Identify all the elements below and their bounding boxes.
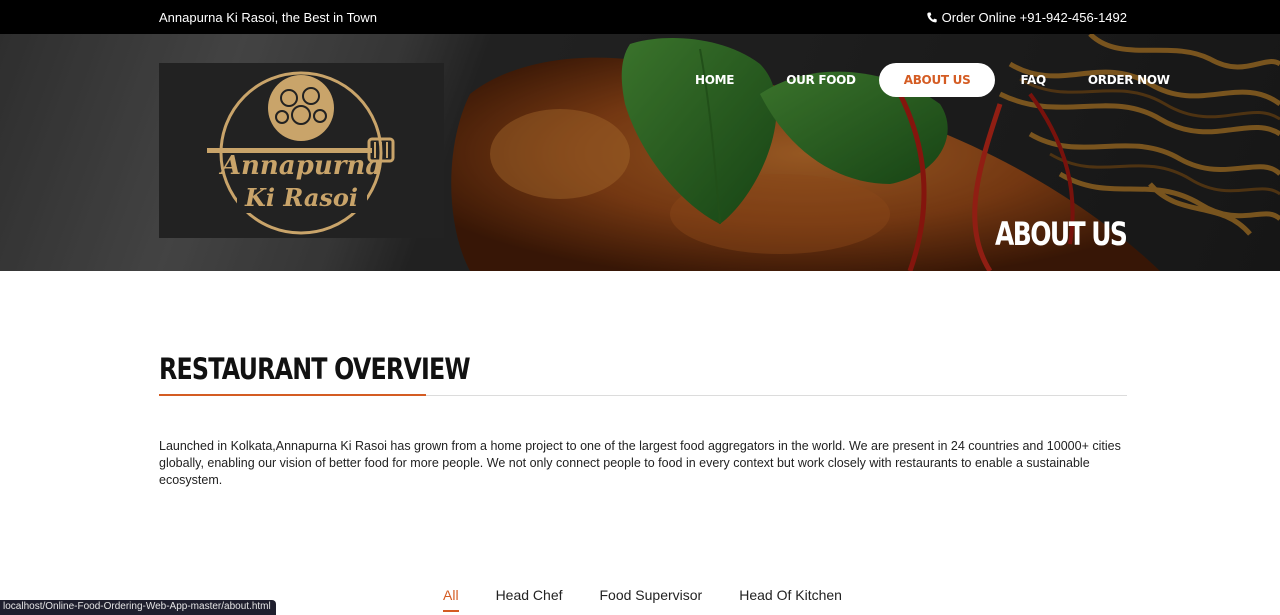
nav-order-now[interactable]: ORDER NOW bbox=[1073, 63, 1185, 97]
hero-banner: Annapurna Ki Rasoi HOME OUR FOOD ABOUT U… bbox=[0, 34, 1280, 271]
tab-all[interactable]: All bbox=[443, 587, 459, 612]
logo-text-line2: Ki Rasoi bbox=[244, 183, 358, 212]
tab-food-supervisor[interactable]: Food Supervisor bbox=[600, 587, 703, 603]
nav-home[interactable]: HOME bbox=[680, 63, 749, 97]
tab-head-chef[interactable]: Head Chef bbox=[496, 587, 563, 603]
section-divider-accent bbox=[159, 394, 426, 396]
status-bar-url: localhost/Online-Food-Ordering-Web-App-m… bbox=[0, 600, 276, 615]
phone-icon bbox=[926, 12, 937, 23]
page-title: ABOUT US bbox=[994, 215, 1128, 253]
logo-text-line1: Annapurna bbox=[220, 151, 383, 181]
main-nav: HOME OUR FOOD ABOUT US FAQ ORDER NOW bbox=[680, 63, 1185, 97]
nav-our-food[interactable]: OUR FOOD bbox=[771, 63, 871, 97]
nav-faq[interactable]: FAQ bbox=[1005, 63, 1060, 97]
section-heading: RESTAURANT OVERVIEW bbox=[159, 352, 471, 386]
team-filter-tabs: All Head Chef Food Supervisor Head Of Ki… bbox=[443, 587, 879, 612]
top-bar: Annapurna Ki Rasoi, the Best in Town Ord… bbox=[0, 0, 1280, 34]
order-online-text: Order Online +91-942-456-1492 bbox=[941, 10, 1127, 25]
order-online-link[interactable]: Order Online +91-942-456-1492 bbox=[926, 10, 1127, 25]
tagline: Annapurna Ki Rasoi, the Best in Town bbox=[159, 10, 378, 25]
nav-about-us[interactable]: ABOUT US bbox=[878, 63, 996, 97]
restaurant-logo[interactable]: Annapurna Ki Rasoi bbox=[159, 63, 444, 238]
tab-head-of-kitchen[interactable]: Head Of Kitchen bbox=[739, 587, 842, 603]
overview-paragraph: Launched in Kolkata,Annapurna Ki Rasoi h… bbox=[159, 439, 1121, 487]
